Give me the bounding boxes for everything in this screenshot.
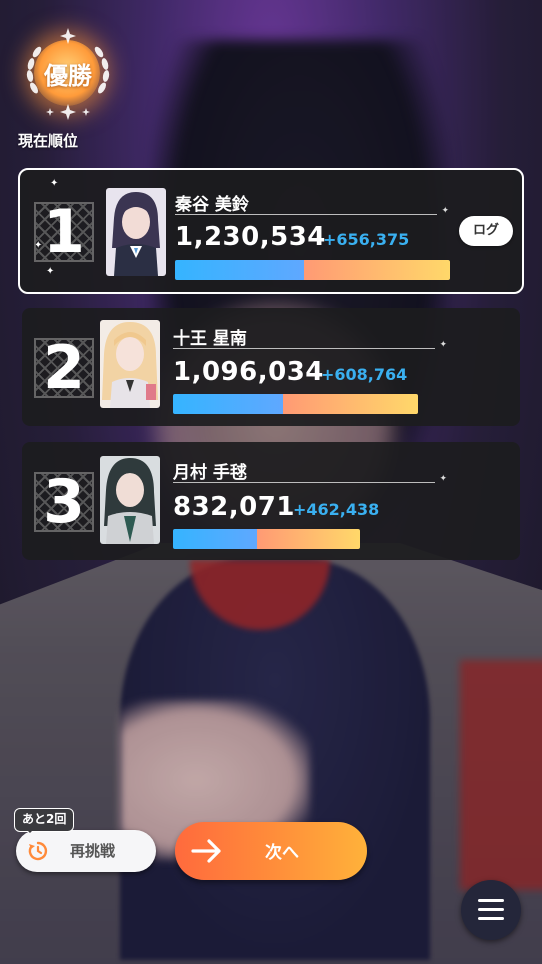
sparkle-icon: ✦ [50,178,59,189]
divider [175,206,449,216]
score-bar-orange [283,394,418,414]
winner-title: 優勝 [44,62,92,90]
hamburger-menu-icon [478,899,504,902]
score-bar [175,260,450,280]
arrow-right-icon [191,839,221,863]
avatar [106,188,166,276]
score-bar-orange [257,529,360,549]
score-bar-orange [304,260,450,280]
next-label: 次へ [265,843,299,863]
rank-number: 3 [34,467,94,537]
player-score: 832,071 [173,492,295,522]
retry-button[interactable]: 再挑戦 [16,830,156,872]
player-name: 十王 星南 [173,329,247,349]
score-bar-blue [173,529,257,549]
player-name: 秦谷 美鈴 [175,195,249,215]
score-bar [173,394,418,414]
score-diff: +462,438 [293,500,380,519]
next-button[interactable]: 次へ [175,822,367,880]
ranking-card-3[interactable]: 3 月村 手毬 832,071 +462,438 [22,442,520,560]
menu-button[interactable] [461,880,521,940]
player-name: 月村 手毬 [173,463,247,483]
log-button[interactable]: ログ [459,216,513,246]
timer-refresh-icon [28,841,48,861]
avatar [100,456,160,544]
divider [173,340,447,350]
ranking-card-2[interactable]: 2 十王 星南 1,096,034 +608,764 [22,308,520,426]
divider [173,474,447,484]
score-diff: +656,375 [323,230,410,249]
winner-badge: 優勝 [20,26,116,122]
player-score: 1,230,534 [175,222,326,252]
score-bar-blue [173,394,283,414]
remaining-attempts-badge: あと2回 [14,808,75,833]
score-bar [173,529,360,549]
rank-number: 2 [34,333,94,403]
retry-label: 再挑戦 [70,842,116,860]
rank-number: 1 [34,197,94,267]
score-diff: +608,764 [321,365,408,384]
player-score: 1,096,034 [173,357,324,387]
score-bar-blue [175,260,304,280]
avatar [100,320,160,408]
ranking-card-1[interactable]: ✦ ✦ ✦ 1 秦谷 美鈴 1,230,534 +656,375 [18,168,524,294]
current-rank-label: 現在順位 [18,132,79,150]
